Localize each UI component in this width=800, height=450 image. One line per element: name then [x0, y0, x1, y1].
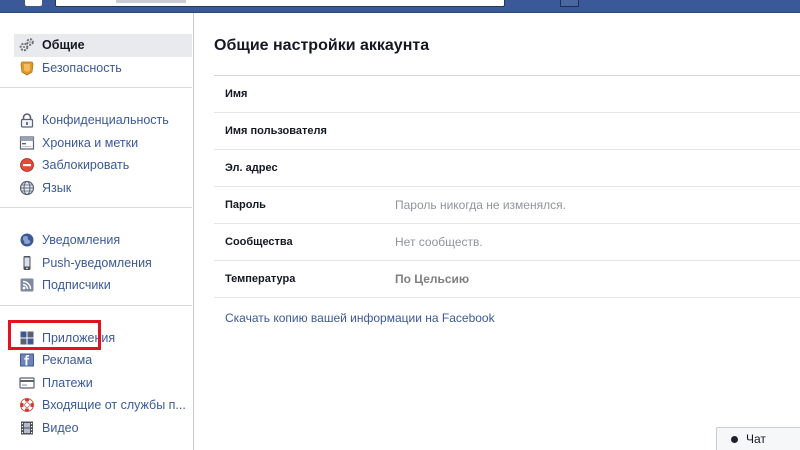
- sidebar-item-followers[interactable]: Подписчики: [14, 274, 192, 297]
- sidebar-item-label: Безопасность: [42, 60, 122, 75]
- settings-row-email[interactable]: Эл. адрес: [214, 150, 800, 187]
- sidebar-item-support-inbox[interactable]: Входящие от службы п...: [14, 394, 192, 417]
- download-copy: Скачать копию вашей информации на Facebo…: [225, 311, 495, 325]
- top-bar: [0, 0, 800, 13]
- globe-icon: [19, 180, 35, 196]
- sidebar-item-payments[interactable]: Платежи: [14, 372, 192, 395]
- sidebar-item-notifications[interactable]: Уведомления: [14, 229, 192, 252]
- sidebar-item-label: Приложения: [42, 330, 116, 345]
- lifebuoy-icon: [19, 397, 35, 413]
- sidebar-item-label: Подписчики: [42, 278, 111, 293]
- setting-value: Пароль никогда не изменялся.: [395, 198, 566, 212]
- sidebar-item-label: Видео: [42, 420, 79, 435]
- settings-sidebar: Общие Безопасность Конфиденциальность Хр…: [0, 13, 194, 450]
- settings-row-networks[interactable]: Сообщества Нет сообществ.: [214, 224, 800, 261]
- sidebar-item-label: Общие: [42, 38, 85, 53]
- sidebar-item-label: Входящие от службы п...: [42, 398, 186, 413]
- film-icon: [19, 420, 35, 436]
- sidebar-item-label: Уведомления: [42, 233, 121, 248]
- sidebar-item-label: Заблокировать: [42, 158, 130, 173]
- status-dot-icon: [731, 435, 738, 443]
- setting-value: По Цельсию: [395, 272, 470, 286]
- notifications-icon[interactable]: [560, 0, 579, 7]
- search-placeholder: [116, 0, 186, 3]
- download-copy-link[interactable]: Скачать копию: [225, 311, 308, 325]
- sidebar-item-label: Хроника и метки: [42, 135, 139, 150]
- sidebar-item-privacy[interactable]: Конфиденциальность: [14, 109, 192, 132]
- sidebar-item-general[interactable]: Общие: [14, 34, 192, 57]
- block-icon: [19, 157, 35, 173]
- search-input[interactable]: [55, 0, 505, 7]
- chat-tab[interactable]: Чат: [716, 427, 800, 450]
- chat-label: Чат: [746, 432, 766, 446]
- ads-icon: [19, 352, 35, 368]
- lock-icon: [19, 112, 35, 128]
- settings-row-temperature[interactable]: Температура По Цельсию: [214, 261, 800, 298]
- sidebar-item-apps[interactable]: Приложения: [14, 327, 192, 350]
- card-icon: [19, 375, 35, 391]
- phone-icon: [19, 255, 35, 271]
- sidebar-item-label: Платежи: [42, 375, 93, 390]
- sidebar-item-timeline[interactable]: Хроника и метки: [14, 132, 192, 155]
- settings-content: Общие настройки аккаунта Имя Имя пользов…: [195, 13, 800, 450]
- sidebar-item-label: Конфиденциальность: [42, 113, 169, 128]
- settings-row-name[interactable]: Имя: [214, 76, 800, 113]
- page-title: Общие настройки аккаунта: [214, 37, 430, 54]
- sidebar-item-language[interactable]: Язык: [14, 177, 192, 200]
- apps-icon: [19, 330, 35, 346]
- rss-icon: [19, 277, 35, 293]
- sidebar-group-privacy: Конфиденциальность Хроника и метки Забло…: [0, 88, 192, 208]
- sidebar-item-label: Реклама: [42, 353, 93, 368]
- setting-key: Сообщества: [225, 236, 293, 248]
- sidebar-group-account: Общие Безопасность: [0, 13, 192, 88]
- sidebar-group-apps: Приложения Реклама Платежи Входящие от с…: [0, 306, 192, 448]
- sidebar-item-ads[interactable]: Реклама: [14, 349, 192, 372]
- setting-value: Нет сообществ.: [395, 235, 483, 249]
- facebook-logo-icon[interactable]: [25, 0, 42, 6]
- settings-row-username[interactable]: Имя пользователя: [214, 113, 800, 150]
- download-copy-suffix: вашей информации на Facebook: [307, 311, 495, 325]
- setting-key: Имя: [225, 88, 248, 100]
- sidebar-item-label: Push-уведомления: [42, 255, 152, 270]
- setting-key: Имя пользователя: [225, 125, 327, 137]
- settings-row-password[interactable]: Пароль Пароль никогда не изменялся.: [214, 187, 800, 224]
- setting-key: Температура: [225, 273, 296, 285]
- gears-icon: [19, 37, 35, 53]
- shield-icon: [19, 60, 35, 76]
- setting-key: Пароль: [225, 199, 266, 211]
- sidebar-item-push-notifications[interactable]: Push-уведомления: [14, 252, 192, 275]
- timeline-icon: [19, 135, 35, 151]
- sidebar-item-label: Язык: [42, 180, 72, 195]
- setting-key: Эл. адрес: [225, 162, 278, 174]
- globe-notification-icon: [19, 232, 35, 248]
- sidebar-item-blocking[interactable]: Заблокировать: [14, 154, 192, 177]
- settings-list: Имя Имя пользователя Эл. адрес Пароль Па…: [214, 75, 800, 298]
- sidebar-item-security[interactable]: Безопасность: [14, 57, 192, 80]
- sidebar-item-videos[interactable]: Видео: [14, 417, 192, 440]
- sidebar-group-notifications: Уведомления Push-уведомления Подписчики: [0, 208, 192, 306]
